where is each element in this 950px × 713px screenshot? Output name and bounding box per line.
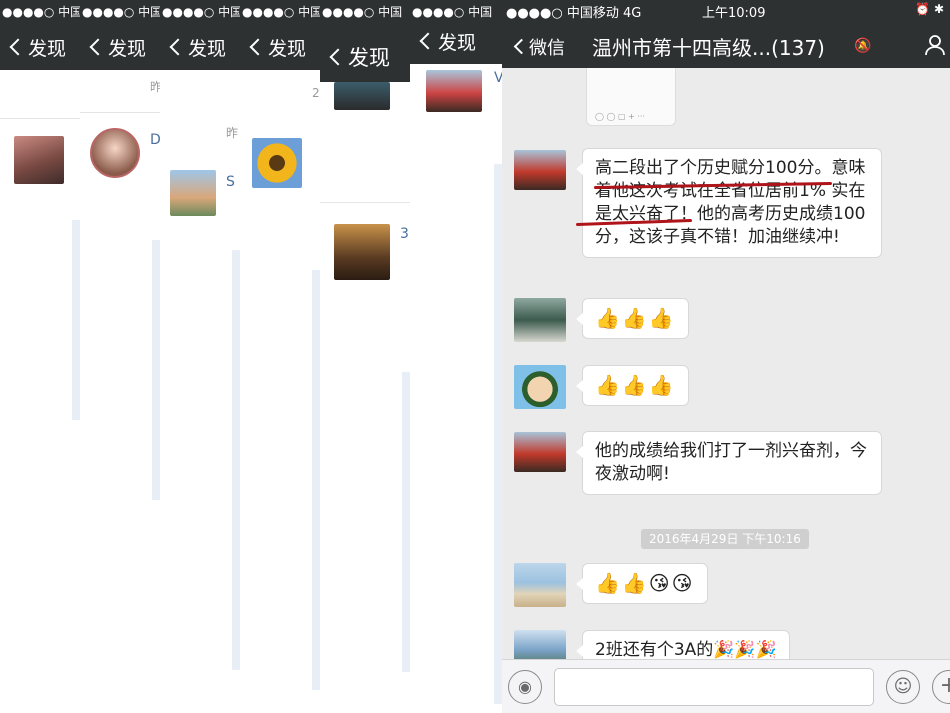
- chevron-left-icon: [419, 32, 437, 50]
- back-button[interactable]: 发现: [329, 42, 390, 72]
- nav-bar: ●●●●○ 中国 发现: [80, 0, 160, 70]
- status-bar-time: 上午10:09: [702, 6, 766, 21]
- image-strip: [232, 250, 240, 670]
- moments-feed: 3: [320, 82, 410, 713]
- message-bubble[interactable]: 👍👍👍: [576, 365, 689, 406]
- voice-icon[interactable]: ◉: [508, 670, 542, 704]
- message-input[interactable]: [554, 668, 874, 706]
- avatar[interactable]: [334, 224, 390, 280]
- image-message[interactable]: ◯ ◯ ▢ + ···: [586, 68, 676, 126]
- nav-bar: ●●●●○ 中国 发现: [410, 0, 502, 64]
- user-name[interactable]: S: [226, 174, 235, 190]
- divider: [80, 112, 160, 113]
- time-label: 昨: [226, 126, 239, 140]
- image-strip: [72, 220, 80, 420]
- status-bar: ●●●●○ 中国: [82, 5, 160, 19]
- image-strip: [312, 270, 320, 690]
- chevron-left-icon: [9, 38, 27, 56]
- moments-feed: 昨 D: [80, 70, 160, 713]
- user-name[interactable]: 3: [400, 226, 409, 242]
- time-label: 2: [312, 86, 320, 100]
- avatar[interactable]: [14, 136, 64, 184]
- chevron-left-icon: [329, 48, 347, 66]
- back-button[interactable]: 发现: [169, 34, 226, 61]
- mute-icon: 🔕: [854, 38, 872, 54]
- moments-panel-5: ●●●●○ 中国 发现 3: [320, 0, 410, 713]
- back-button[interactable]: 发现: [419, 28, 476, 55]
- status-bar: ●●●●○ 中国: [2, 5, 80, 19]
- status-bar-carrier: ●●●●○ 中国移动 4G: [506, 6, 642, 21]
- moments-panel-4: ●●●●○ 中国 发现 2: [240, 0, 320, 713]
- status-icons: ⏰ ✱: [915, 2, 944, 16]
- nav-bar: ●●●●○ 中国 发现: [240, 0, 320, 70]
- message-bubble[interactable]: 👍👍😘😘: [576, 563, 708, 604]
- message-bubble[interactable]: 他的成绩给我们打了一剂兴奋剂，今夜激动啊!: [576, 431, 882, 495]
- moments-feed: [0, 70, 80, 713]
- avatar[interactable]: [334, 82, 390, 110]
- input-bar: ◉ ☺ +: [502, 659, 950, 713]
- image-strip: [402, 372, 410, 672]
- back-button[interactable]: 发现: [9, 34, 66, 61]
- status-bar: ●●●●○ 中国: [322, 5, 403, 19]
- avatar[interactable]: [90, 128, 140, 178]
- chevron-left-icon: [169, 38, 187, 56]
- avatar[interactable]: [426, 70, 482, 112]
- status-bar: ●●●●○ 中国移: [162, 5, 240, 19]
- nav-bar: ●●●●○ 中国 发现: [320, 0, 410, 82]
- back-button[interactable]: 微信: [513, 34, 565, 60]
- moments-panel-6: ●●●●○ 中国 发现 V: [410, 0, 502, 713]
- back-button[interactable]: 发现: [89, 34, 146, 61]
- message-bubble[interactable]: 高二段出了个历史赋分100分。意味着他这次考试在全省位居前1% 实在是太兴奋了！…: [576, 148, 882, 258]
- user-name[interactable]: D: [150, 132, 160, 148]
- divider: [0, 118, 80, 119]
- chevron-left-icon: [249, 38, 267, 56]
- nav-bar: ●●●●○ 中国移 发现: [160, 0, 240, 70]
- chat-title: 温州市第十四高级...(137): [592, 36, 825, 60]
- moments-feed: V: [410, 64, 502, 713]
- emoji-icon[interactable]: ☺: [886, 670, 920, 704]
- status-bar: ●●●●○ 中国: [242, 5, 320, 19]
- avatar[interactable]: [514, 563, 566, 607]
- chat-window: ●●●●○ 中国移动 4G 上午10:09 ⏰ ✱ 微信 温州市第十四高级...…: [502, 0, 950, 713]
- sunflower-avatar[interactable]: [252, 138, 302, 188]
- back-button[interactable]: 发现: [249, 34, 306, 61]
- moments-panel-1: ●●●●○ 中国 发现: [0, 0, 80, 713]
- avatar[interactable]: [514, 432, 566, 472]
- chat-nav-bar: ●●●●○ 中国移动 4G 上午10:09 ⏰ ✱ 微信 温州市第十四高级...…: [502, 0, 950, 68]
- group-members-icon[interactable]: [924, 34, 946, 56]
- avatar[interactable]: [514, 298, 566, 342]
- image-strip: [152, 240, 160, 500]
- time-label: 昨: [150, 80, 160, 94]
- moments-feed: 2: [240, 70, 320, 713]
- nav-bar: ●●●●○ 中国 发现: [0, 0, 80, 70]
- plus-icon[interactable]: +: [932, 670, 950, 704]
- message-bubble[interactable]: 👍👍👍: [576, 298, 689, 339]
- moments-feed: 昨 S: [160, 70, 240, 713]
- image-strip: [494, 164, 502, 704]
- moments-panel-2: ●●●●○ 中国 发现 昨 D: [80, 0, 160, 713]
- chevron-left-icon: [513, 38, 530, 55]
- divider: [320, 202, 410, 203]
- avatar[interactable]: [170, 170, 216, 216]
- status-bar: ●●●●○ 中国: [412, 5, 493, 19]
- avatar[interactable]: [514, 365, 566, 409]
- chevron-left-icon: [89, 38, 107, 56]
- avatar[interactable]: [514, 150, 566, 190]
- timestamp: 2016年4月29日 下午10:16: [641, 529, 809, 549]
- user-name[interactable]: V: [494, 70, 502, 86]
- image-toolbar-icon: ◯ ◯ ▢ + ···: [595, 112, 645, 121]
- moments-panel-3: ●●●●○ 中国移 发现 昨 S: [160, 0, 240, 713]
